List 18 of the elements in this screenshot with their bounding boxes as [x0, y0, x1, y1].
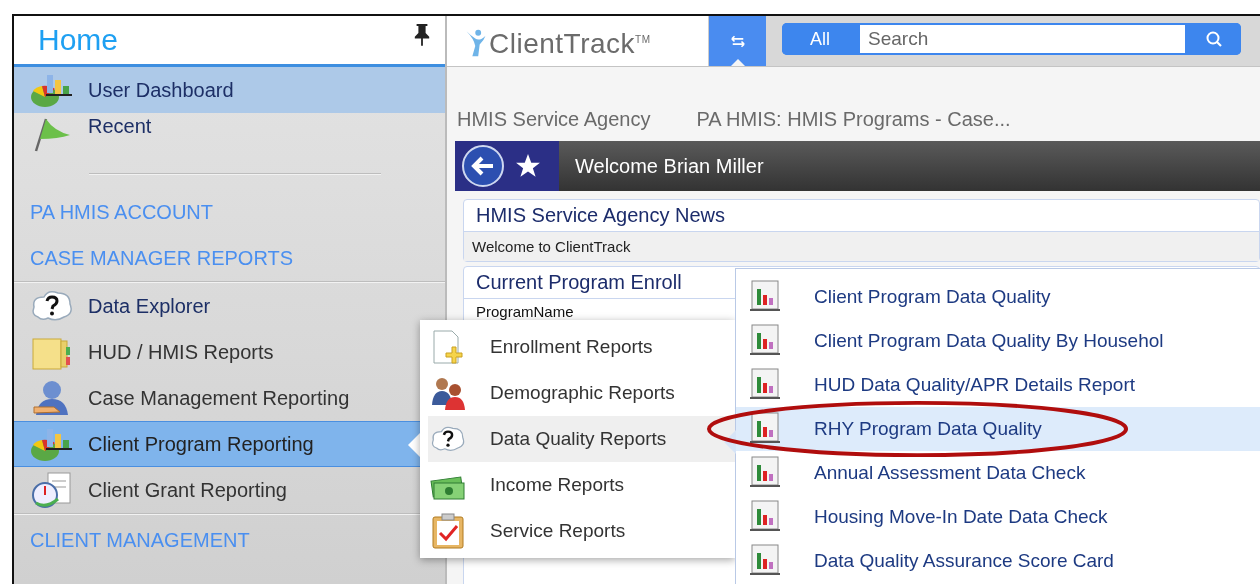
welcome-text: Welcome Brian Miller — [575, 154, 764, 178]
sidebar-item[interactable]: Recent — [14, 113, 445, 161]
menu-item[interactable]: Client Program Data Quality — [736, 275, 1260, 319]
sidebar-title: Home — [38, 23, 119, 57]
menu-item[interactable]: Housing Move-In Date Data Check — [736, 495, 1260, 539]
menu-item[interactable]: Client Program Data Quality By Househol — [736, 319, 1260, 363]
menu-item[interactable]: Annual Assessment Data Check — [736, 451, 1260, 495]
search-field[interactable]: Search — [858, 23, 1187, 55]
breadcrumb-item[interactable]: PA HMIS: HMIS Programs - Case... — [696, 108, 1011, 131]
menu-item[interactable]: Data Quality Assurance Score Card — [736, 539, 1260, 583]
breadcrumb-item[interactable]: HMIS Service Agency — [457, 108, 651, 131]
sidebar-item[interactable]: User Dashboard — [14, 67, 445, 113]
menu-item[interactable]: HUD Data Quality/APR Details Report — [736, 363, 1260, 407]
news-text: Welcome to ClientTrack — [464, 232, 1259, 261]
menu-item[interactable]: Data Quality Reports — [428, 416, 735, 462]
logo-text: ClientTrack$^{TM}$ — [489, 28, 651, 60]
column-header: ProgramName — [475, 302, 575, 322]
menu-item[interactable]: RHY Program Data Quality — [736, 407, 1260, 451]
